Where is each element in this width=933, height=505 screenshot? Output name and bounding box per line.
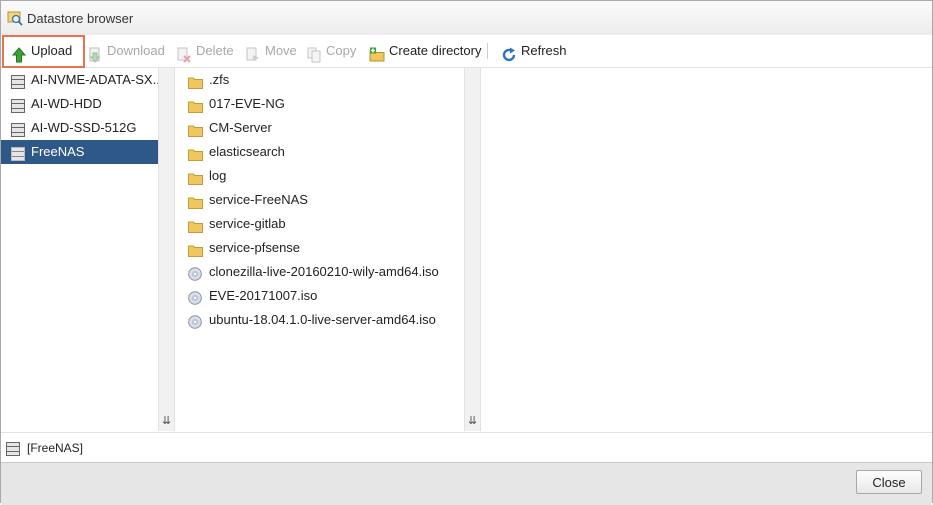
file-name: log [209, 168, 227, 183]
datastore-icon [11, 97, 25, 116]
disc-image-icon [188, 313, 202, 337]
datastore-browser-window: Datastore browser Upload Download Delete… [0, 0, 933, 505]
file-name: .zfs [209, 72, 230, 87]
iso-file-item[interactable]: clonezilla-live-20160210-wily-amd64.iso [176, 260, 464, 284]
datastore-icon [11, 145, 25, 164]
delete-label: Delete [196, 43, 234, 58]
file-name: clonezilla-live-20160210-wily-amd64.iso [209, 264, 439, 279]
datastore-list: AI-NVME-ADATA-SX... AI-WD-HDD AI-WD-SSD-… [1, 68, 158, 431]
datastore-icon [11, 121, 25, 140]
datastore-icon [11, 73, 25, 92]
folder-item[interactable]: service-pfsense [176, 236, 464, 260]
datastore-browser-icon [7, 10, 23, 29]
toolbar-separator [487, 43, 488, 59]
folder-item[interactable]: service-gitlab [176, 212, 464, 236]
close-button[interactable]: Close [856, 470, 922, 494]
file-name: service-FreeNAS [209, 192, 308, 207]
iso-file-item[interactable]: EVE-20171007.iso [176, 284, 464, 308]
current-path: [FreeNAS] [27, 441, 84, 455]
file-name: EVE-20171007.iso [209, 288, 318, 303]
file-name: ubuntu-18.04.1.0-live-server-amd64.iso [209, 312, 436, 327]
pane-grip-icon: ⇊ [162, 414, 172, 427]
browser-panes: AI-NVME-ADATA-SX... AI-WD-HDD AI-WD-SSD-… [1, 68, 932, 431]
copy-label: Copy [326, 43, 357, 58]
file-name: elasticsearch [209, 144, 285, 159]
folder-item[interactable]: service-FreeNAS [176, 188, 464, 212]
move-label: Move [265, 43, 297, 58]
title-bar: Datastore browser [1, 1, 932, 36]
details-pane [482, 68, 932, 431]
datastore-label: FreeNAS [31, 144, 85, 159]
file-name: service-gitlab [209, 216, 286, 231]
download-label: Download [107, 43, 165, 58]
folder-item[interactable]: elasticsearch [176, 140, 464, 164]
toolbar: Upload Download Delete Move Copy Create … [1, 35, 932, 68]
upload-label: Upload [31, 43, 73, 58]
datastore-item-selected[interactable]: FreeNAS [1, 140, 158, 164]
iso-file-item[interactable]: ubuntu-18.04.1.0-live-server-amd64.iso [176, 308, 464, 332]
datastore-pane-splitter[interactable]: ⇊ [158, 68, 175, 431]
create-directory-label: Create directory [389, 43, 482, 58]
dialog-footer: Close [1, 462, 932, 505]
file-name: CM-Server [209, 120, 272, 135]
datastore-label: AI-NVME-ADATA-SX... [31, 72, 158, 87]
file-pane-splitter[interactable]: ⇊ [464, 68, 481, 431]
folder-item[interactable]: .zfs [176, 68, 464, 92]
datastore-icon [6, 442, 20, 459]
status-bar: [FreeNAS] [1, 432, 932, 463]
datastore-label: AI-WD-HDD [31, 96, 102, 111]
file-name: 017-EVE-NG [209, 96, 285, 111]
datastore-label: AI-WD-SSD-512G [31, 120, 137, 135]
datastore-item[interactable]: AI-WD-SSD-512G [1, 116, 158, 140]
file-name: service-pfsense [209, 240, 301, 255]
file-list: .zfs 017-EVE-NG CM-Server elasticsearch … [176, 68, 464, 431]
folder-item[interactable]: 017-EVE-NG [176, 92, 464, 116]
folder-item[interactable]: log [176, 164, 464, 188]
refresh-label: Refresh [521, 43, 567, 58]
window-title: Datastore browser [27, 11, 134, 26]
datastore-item[interactable]: AI-WD-HDD [1, 92, 158, 116]
datastore-item[interactable]: AI-NVME-ADATA-SX... [1, 68, 158, 92]
folder-item[interactable]: CM-Server [176, 116, 464, 140]
pane-grip-icon: ⇊ [468, 414, 478, 427]
